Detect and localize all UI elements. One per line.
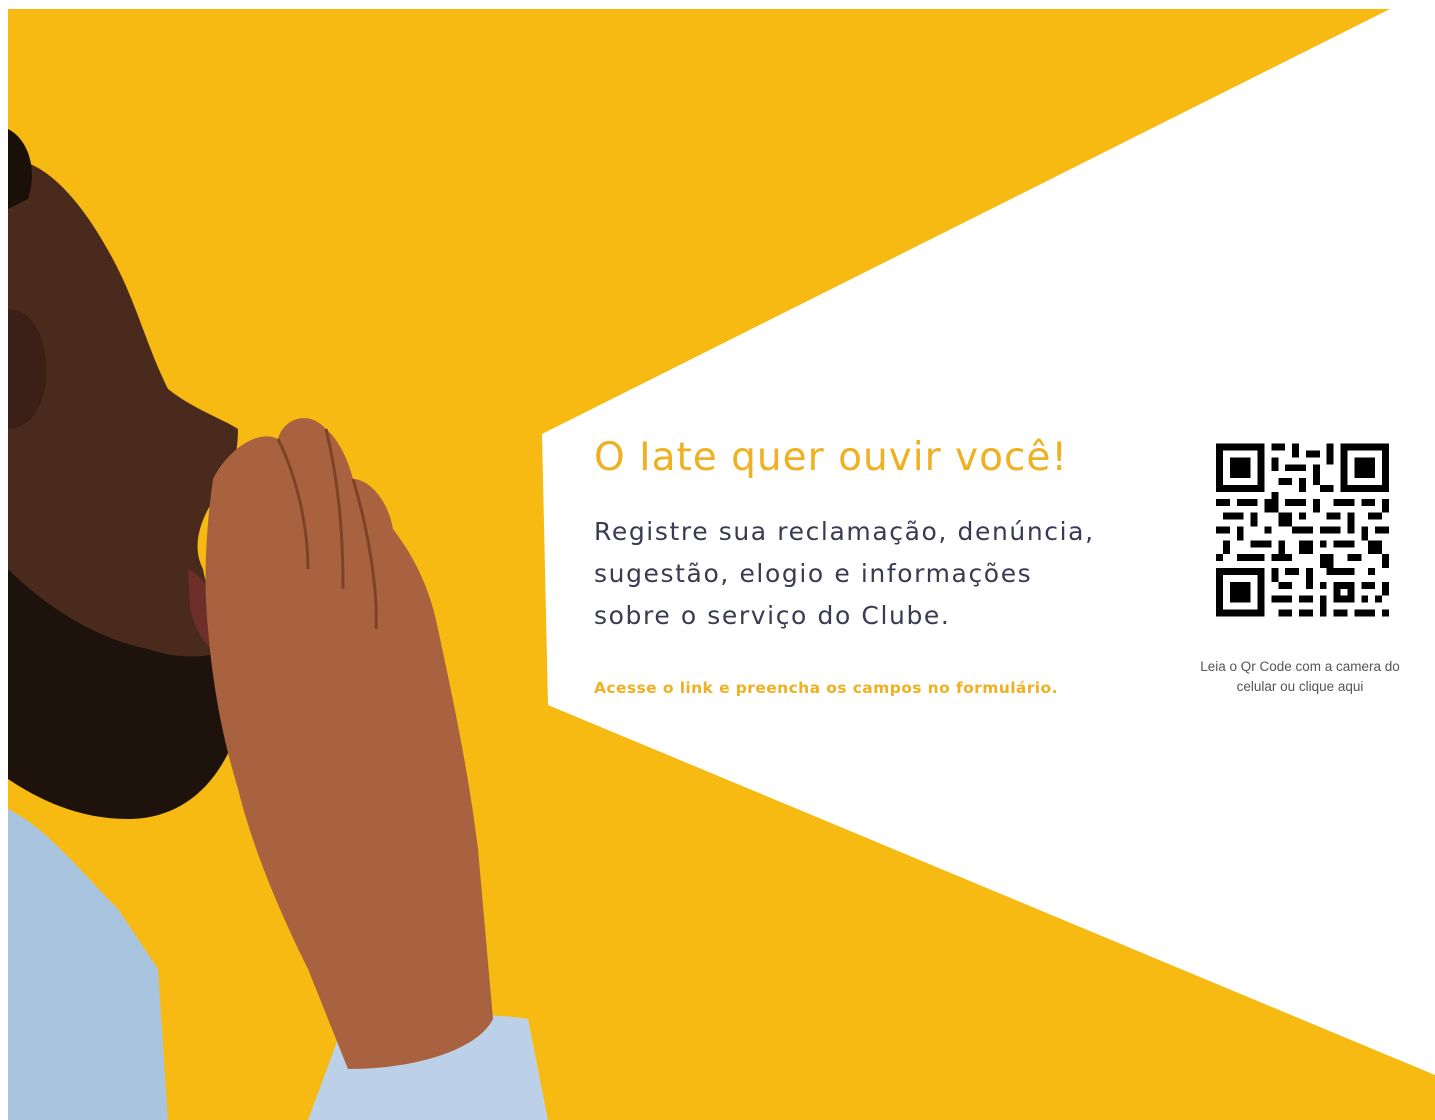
form-instruction: Acesse o link e preencha os campos no fo… <box>594 679 1058 697</box>
intro-message: Registre sua reclamação, denúncia, suges… <box>594 511 1174 637</box>
man-shouting-photo <box>8 129 548 1120</box>
qr-code-link[interactable]: Leia o Qr Code com a camera do celular o… <box>1186 429 1414 835</box>
qr-code-caption: Leia o Qr Code com a camera do celular o… <box>1186 657 1414 697</box>
intro-line: sugestão, elogio e informações <box>594 559 1033 588</box>
ombudsman-banner: O Iate quer ouvir você! Registre sua rec… <box>8 9 1435 1120</box>
intro-line: Registre sua reclamação, denúncia, <box>594 517 1095 546</box>
page-title: O Iate quer ouvir você! <box>594 435 1069 480</box>
qr-caption-line: celular ou clique aqui <box>1236 679 1364 694</box>
qr-code-icon <box>1216 443 1389 617</box>
qr-caption-line: Leia o Qr Code com a camera do <box>1200 659 1400 674</box>
intro-line: sobre o serviço do Clube. <box>594 601 951 630</box>
